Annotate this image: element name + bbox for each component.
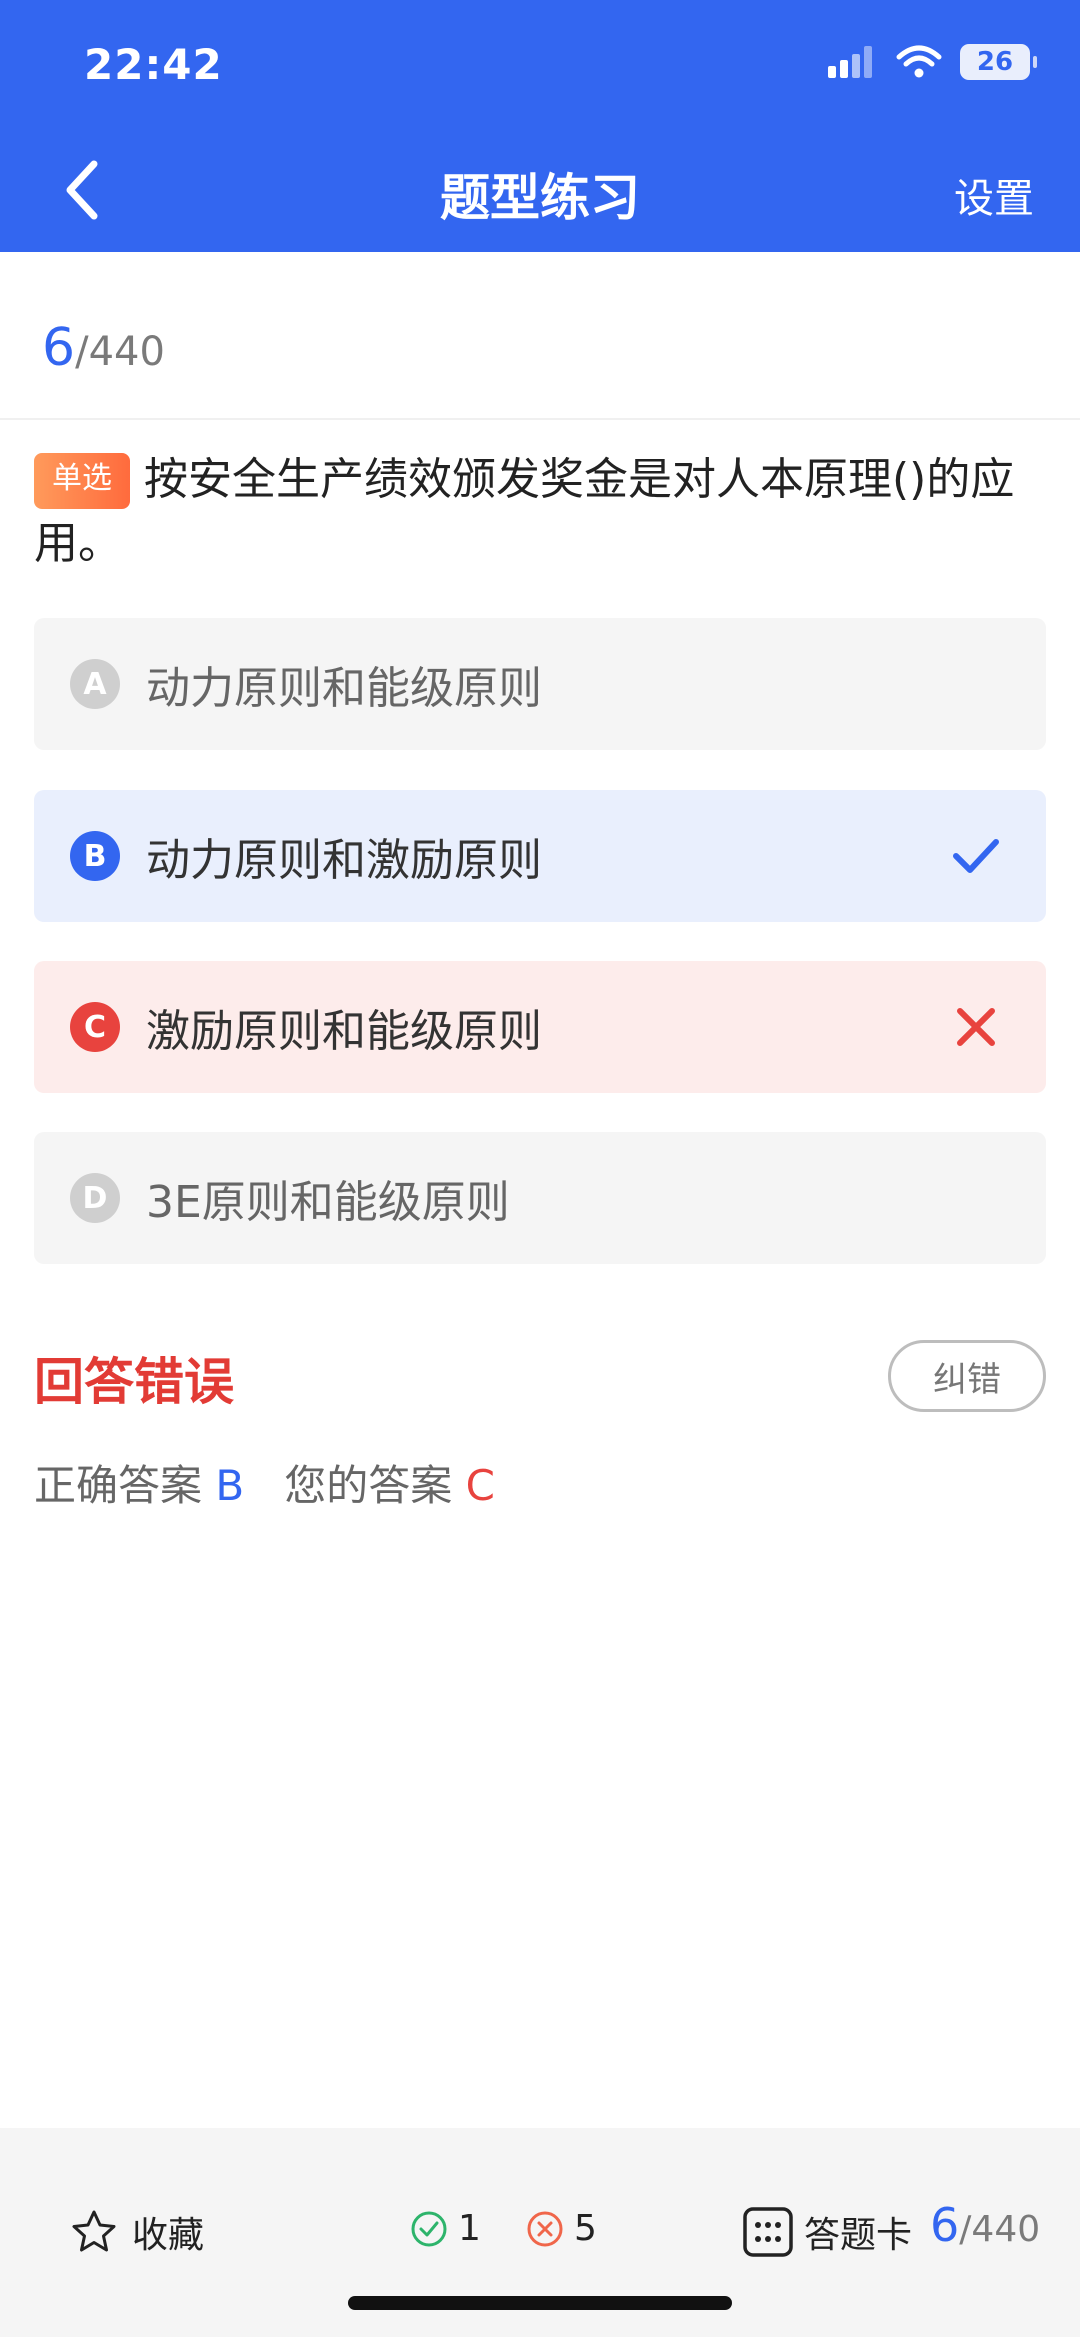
bottom-progress-total: /440 <box>959 2209 1041 2250</box>
option-letter: D <box>70 1173 120 1223</box>
cross-icon <box>957 1008 995 1046</box>
your-answer: 您的答案 C <box>284 1452 495 1513</box>
option-a[interactable]: A 动力原则和能级原则 <box>34 618 1046 750</box>
answer-card-button[interactable]: 答题卡 <box>742 2206 912 2258</box>
option-text: 动力原则和能级原则 <box>146 663 542 714</box>
answer-card-label: 答题卡 <box>804 2215 913 2256</box>
check-icon <box>953 839 999 873</box>
answer-summary: 正确答案 B 您的答案 C <box>34 1452 495 1513</box>
header-bar: 22:42 26 题型练习 设置 <box>0 0 1080 252</box>
settings-button[interactable]: 设置 <box>954 166 1034 224</box>
your-answer-label: 您的答案 <box>284 1461 453 1510</box>
option-d[interactable]: D 3E原则和能级原则 <box>34 1132 1046 1264</box>
option-c[interactable]: C 激励原则和能级原则 <box>34 961 1046 1093</box>
option-text: 激励原则和能级原则 <box>146 1006 542 1057</box>
question-progress: 6/440 <box>42 318 165 378</box>
divider <box>0 418 1080 420</box>
status-time: 22:42 <box>84 40 223 89</box>
page-title: 题型练习 <box>440 169 640 227</box>
bottom-progress: 6/440 <box>930 2198 1040 2252</box>
correct-count: 1 <box>410 2208 481 2249</box>
progress-current: 6 <box>42 318 76 378</box>
wrong-count-value: 5 <box>574 2208 597 2249</box>
battery-indicator: 26 <box>960 44 1037 80</box>
star-icon <box>72 2210 116 2252</box>
correct-count-value: 1 <box>458 2208 481 2249</box>
option-text: 动力原则和激励原则 <box>146 835 542 886</box>
progress-total: /440 <box>75 329 165 375</box>
check-circle-icon <box>411 2211 447 2246</box>
favorite-button[interactable]: 收藏 <box>70 2206 204 2258</box>
status-icons: 26 <box>828 44 1037 80</box>
question-type-badge: 单选 <box>34 453 130 509</box>
wifi-icon <box>896 45 942 78</box>
result-title: 回答错误 <box>34 1353 234 1411</box>
option-text: 3E原则和能级原则 <box>146 1177 510 1228</box>
option-letter: B <box>70 831 120 881</box>
signal-icon <box>828 46 872 78</box>
your-answer-value: C <box>465 1461 495 1510</box>
wrong-count: 5 <box>526 2208 597 2249</box>
correct-answer-value: B <box>215 1461 245 1510</box>
cross-circle-icon <box>527 2211 563 2246</box>
bottom-progress-current: 6 <box>930 2198 960 2252</box>
correct-answer: 正确答案 B <box>34 1452 244 1513</box>
option-b[interactable]: B 动力原则和激励原则 <box>34 790 1046 922</box>
correct-answer-label: 正确答案 <box>34 1461 203 1510</box>
report-error-button[interactable]: 纠错 <box>888 1340 1046 1412</box>
screen: 22:42 26 题型练习 设置 6/440 单选 按安全生产绩效颁发奖金是对人… <box>0 0 1080 2337</box>
option-letter: A <box>70 659 120 709</box>
grid-icon <box>743 2207 793 2257</box>
question-stem: 单选 按安全生产绩效颁发奖金是对人本原理()的应用。 <box>34 448 1044 576</box>
option-letter: C <box>70 1002 120 1052</box>
home-indicator <box>348 2296 732 2310</box>
question-text: 按安全生产绩效颁发奖金是对人本原理()的应用。 <box>34 454 1015 569</box>
favorite-label: 收藏 <box>132 2215 205 2256</box>
